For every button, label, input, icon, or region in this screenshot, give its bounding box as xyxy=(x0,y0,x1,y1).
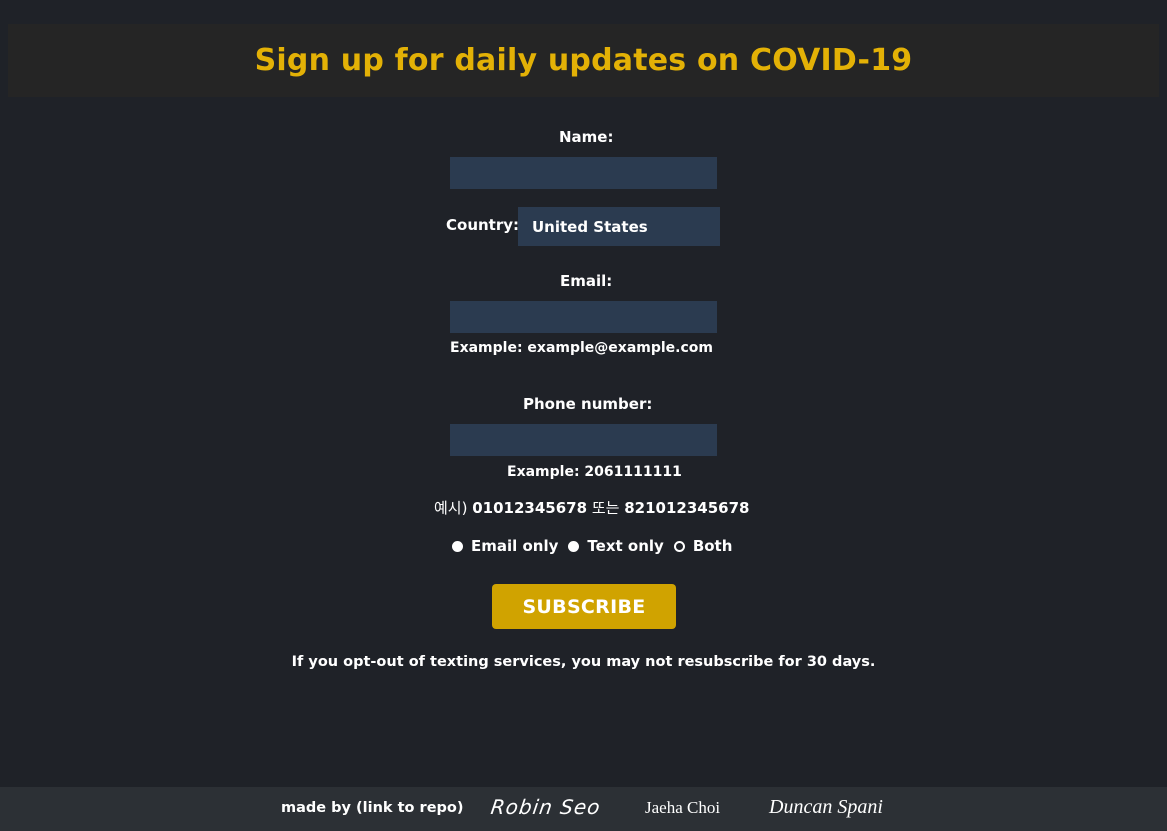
phone-hint-korean: 예시) 01012345678 또는 821012345678 xyxy=(434,497,749,518)
korean-or: 또는 xyxy=(591,499,620,517)
korean-number-2: 821012345678 xyxy=(624,499,750,517)
radio-email-only-dot[interactable] xyxy=(452,540,463,552)
opt-out-notice: If you opt-out of texting services, you … xyxy=(291,654,876,670)
name-input[interactable] xyxy=(450,157,717,189)
signup-form: Name: Country: United States Email: Exam… xyxy=(0,0,1167,700)
author-signature-robin: Robin Seo xyxy=(489,795,603,819)
country-label: Country: xyxy=(446,216,520,234)
radio-text-only[interactable]: Text only xyxy=(568,537,664,555)
radio-both-label: Both xyxy=(692,537,733,555)
radio-email-only-label: Email only xyxy=(471,537,559,555)
phone-input[interactable] xyxy=(450,424,717,456)
phone-label: Phone number: xyxy=(523,395,653,413)
radio-text-only-label: Text only xyxy=(587,537,664,555)
korean-number-1: 01012345678 xyxy=(472,499,588,517)
repo-link[interactable]: made by (link to repo) xyxy=(281,800,464,816)
phone-hint: Example: 2061111111 xyxy=(507,464,682,480)
author-signature-jaeha: Jaeha Choi xyxy=(645,798,721,817)
name-label: Name: xyxy=(559,128,614,146)
radio-email-only[interactable]: Email only xyxy=(452,537,558,555)
subscribe-button[interactable]: SUBSCRIBE xyxy=(492,584,676,629)
radio-both[interactable]: Both xyxy=(673,537,733,555)
country-selected-value: United States xyxy=(532,217,648,236)
page-footer: made by (link to repo) Robin Seo Jaeha C… xyxy=(0,787,1167,831)
email-hint: Example: example@example.com xyxy=(450,340,713,356)
country-select[interactable]: United States xyxy=(518,207,720,246)
author-signature-duncan: Duncan Spani xyxy=(769,796,883,818)
notification-type-radio-group: Email only Text only Both xyxy=(452,536,742,556)
radio-text-only-dot[interactable] xyxy=(568,540,580,552)
korean-prefix: 예시) xyxy=(434,499,468,517)
email-label: Email: xyxy=(560,272,613,290)
radio-both-dot[interactable] xyxy=(673,540,685,552)
email-input[interactable] xyxy=(450,301,717,333)
